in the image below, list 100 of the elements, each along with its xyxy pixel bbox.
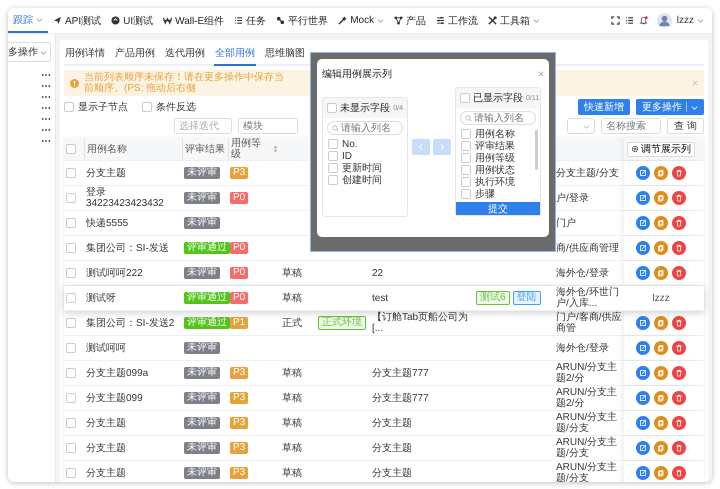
copy-button[interactable]: [654, 441, 668, 455]
row-checkbox[interactable]: [66, 243, 76, 253]
delete-button[interactable]: [672, 366, 686, 380]
edit-button[interactable]: [636, 266, 650, 280]
nav-item[interactable]: 工作流: [431, 8, 484, 33]
panel-checkbox[interactable]: [327, 103, 337, 113]
column-option[interactable]: 评审结果: [456, 140, 540, 152]
copy-button[interactable]: [654, 191, 668, 205]
column-option[interactable]: 执行环境: [456, 176, 540, 188]
more-actions-button[interactable]: 更多操作: [636, 99, 704, 115]
row-checkbox[interactable]: [66, 293, 76, 303]
delete-button[interactable]: [672, 191, 686, 205]
list-icon[interactable]: [624, 16, 634, 25]
row-checkbox[interactable]: [66, 193, 76, 203]
copy-button[interactable]: [654, 241, 668, 255]
delete-button[interactable]: [672, 416, 686, 430]
fullscreen-icon[interactable]: [610, 16, 620, 25]
copy-button[interactable]: [654, 266, 668, 280]
delete-button[interactable]: [672, 391, 686, 405]
copy-button[interactable]: [654, 391, 668, 405]
tab[interactable]: 迭代用例: [164, 42, 206, 64]
dragged-row[interactable]: 测试呀 评审通过 P0 草稿 test 测试6 登陆 海外仓/环世门户/入库... lzzz: [64, 286, 704, 311]
nav-item[interactable]: UI测试: [106, 8, 158, 33]
column-search-field[interactable]: 请输入列名: [460, 111, 536, 125]
delete-button[interactable]: [672, 241, 686, 255]
tab[interactable]: 用例详情: [64, 42, 106, 64]
column-option[interactable]: 创建时间: [323, 174, 407, 186]
column-option[interactable]: 更新时间: [323, 162, 407, 174]
edit-button[interactable]: [636, 191, 650, 205]
name-search-field[interactable]: 名称搜索: [601, 118, 662, 134]
edit-button[interactable]: [636, 391, 650, 405]
edit-button[interactable]: [636, 316, 650, 330]
row-checkbox[interactable]: [66, 468, 76, 478]
quick-add-button[interactable]: 快速新增: [578, 99, 630, 115]
more-icon[interactable]: [41, 139, 51, 143]
edit-button[interactable]: [636, 241, 650, 255]
more-icon[interactable]: [41, 128, 51, 132]
row-checkbox[interactable]: [66, 368, 76, 378]
more-icon[interactable]: [41, 84, 51, 88]
delete-button[interactable]: [672, 316, 686, 330]
edit-button[interactable]: [636, 416, 650, 430]
nav-item[interactable]: 工具箱: [483, 8, 546, 33]
column-option[interactable]: 步骤: [456, 188, 540, 200]
action-select[interactable]: 多操作: [8, 42, 51, 62]
copy-button[interactable]: [654, 316, 668, 330]
column-search-field[interactable]: 请输入列名: [327, 121, 403, 135]
delete-button[interactable]: [672, 341, 686, 355]
nav-item[interactable]: API测试: [48, 8, 106, 33]
copy-button[interactable]: [654, 416, 668, 430]
select-all-checkbox[interactable]: [66, 144, 76, 154]
column-option[interactable]: ID: [323, 150, 407, 162]
tab[interactable]: 产品用例: [114, 42, 156, 64]
tab[interactable]: 思维脑图: [264, 42, 306, 64]
submit-button[interactable]: 提交: [456, 202, 540, 215]
copy-button[interactable]: [654, 166, 668, 180]
edit-button[interactable]: [636, 166, 650, 180]
delete-button[interactable]: [672, 166, 686, 180]
nav-item[interactable]: Wall-E组件: [158, 8, 230, 33]
copy-button[interactable]: [654, 366, 668, 380]
delete-button[interactable]: [672, 441, 686, 455]
adjust-columns-button[interactable]: 调节展示列: [627, 142, 695, 156]
more-icon[interactable]: [41, 95, 51, 99]
checkbox-option[interactable]: 条件反选: [142, 100, 196, 114]
query-button[interactable]: 查 询: [667, 118, 704, 134]
edit-button[interactable]: [636, 341, 650, 355]
row-checkbox[interactable]: [66, 268, 76, 278]
row-checkbox[interactable]: [66, 443, 76, 453]
user-menu[interactable]: lzzz: [676, 15, 704, 26]
panel-checkbox[interactable]: [460, 93, 470, 103]
edit-button[interactable]: [636, 441, 650, 455]
close-icon[interactable]: [538, 71, 544, 77]
nav-item[interactable]: 平行世界: [271, 8, 334, 33]
nav-item[interactable]: 任务: [229, 8, 272, 33]
edit-button[interactable]: [636, 216, 650, 230]
edit-button[interactable]: [636, 466, 650, 480]
checkbox-option[interactable]: 显示子节点: [64, 100, 128, 114]
avatar[interactable]: [656, 13, 672, 28]
row-checkbox[interactable]: [66, 318, 76, 328]
row-checkbox[interactable]: [66, 418, 76, 428]
column-option[interactable]: 用例名称: [456, 128, 540, 140]
tab[interactable]: 全部用例: [214, 42, 256, 66]
delete-button[interactable]: [672, 466, 686, 480]
more-icon[interactable]: [41, 73, 51, 77]
copy-button[interactable]: [654, 216, 668, 230]
row-checkbox[interactable]: [66, 168, 76, 178]
row-checkbox[interactable]: [66, 218, 76, 228]
delete-button[interactable]: [672, 216, 686, 230]
column-option[interactable]: 用例状态: [456, 164, 540, 176]
edit-button[interactable]: [636, 366, 650, 380]
column-option[interactable]: No.: [323, 138, 407, 150]
more-icon[interactable]: [41, 117, 51, 121]
row-checkbox[interactable]: [66, 393, 76, 403]
delete-button[interactable]: [672, 266, 686, 280]
more-icon[interactable]: [41, 106, 51, 110]
sort-icon[interactable]: [273, 145, 278, 153]
copy-button[interactable]: [654, 341, 668, 355]
nav-item[interactable]: Mock: [333, 8, 390, 33]
nav-item[interactable]: 产品: [389, 8, 432, 33]
bell-icon[interactable]: [638, 16, 648, 25]
row-checkbox[interactable]: [66, 343, 76, 353]
